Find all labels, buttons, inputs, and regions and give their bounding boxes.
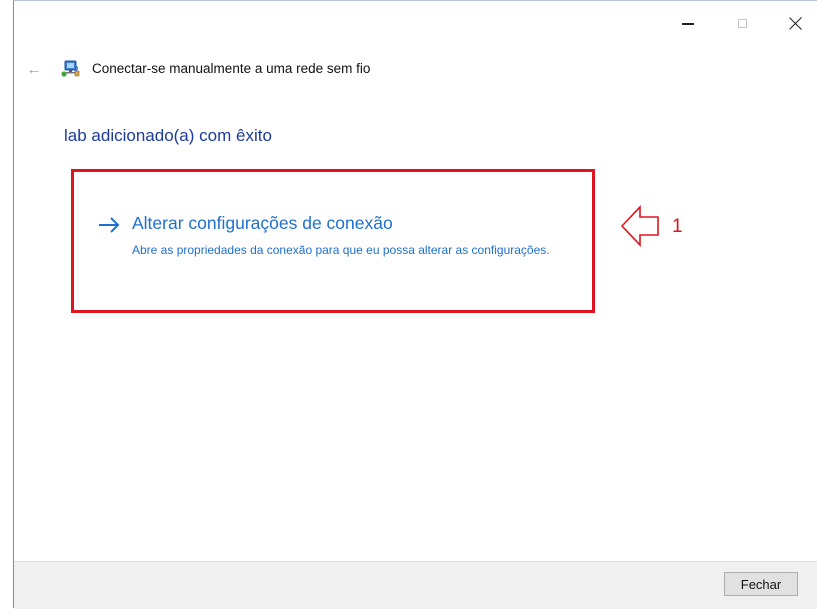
maximize-icon (737, 18, 747, 28)
wireless-setup-window: ← Conectar-se manualmente a uma rede sem… (13, 0, 817, 609)
success-headline: lab adicionado(a) com êxito (64, 126, 272, 145)
minimize-button[interactable] (668, 9, 708, 37)
dialog-footer: Fechar (14, 561, 817, 609)
annotation-number: 1 (672, 216, 683, 237)
fechar-button[interactable]: Fechar (724, 572, 798, 596)
title-bar (14, 1, 817, 41)
close-icon (789, 16, 803, 30)
window-title: Conectar-se manualmente a uma rede sem f… (92, 61, 371, 76)
back-arrow-icon: ← (26, 60, 42, 78)
wireless-network-icon (61, 60, 80, 77)
back-button[interactable]: ← (24, 57, 44, 81)
outline-left-arrow-icon (620, 204, 659, 248)
minimize-icon (682, 23, 694, 25)
annotation-highlight-box (71, 169, 595, 313)
close-window-button[interactable] (776, 9, 816, 37)
maximize-button[interactable] (722, 9, 762, 37)
